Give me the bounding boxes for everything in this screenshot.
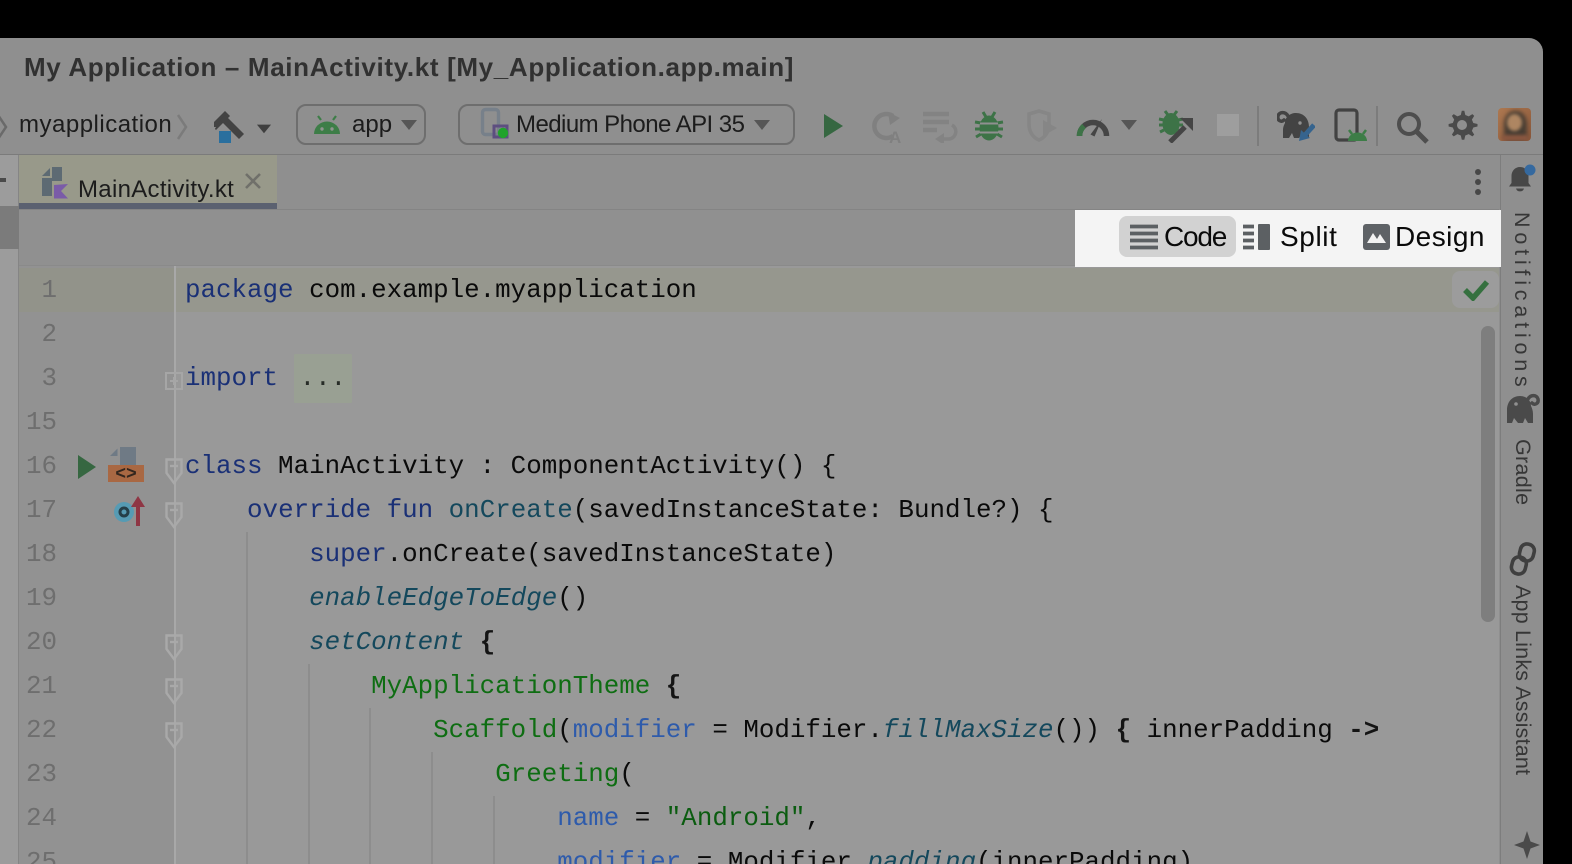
svg-text:<>: <> (115, 465, 137, 483)
svg-text:A: A (889, 128, 901, 144)
